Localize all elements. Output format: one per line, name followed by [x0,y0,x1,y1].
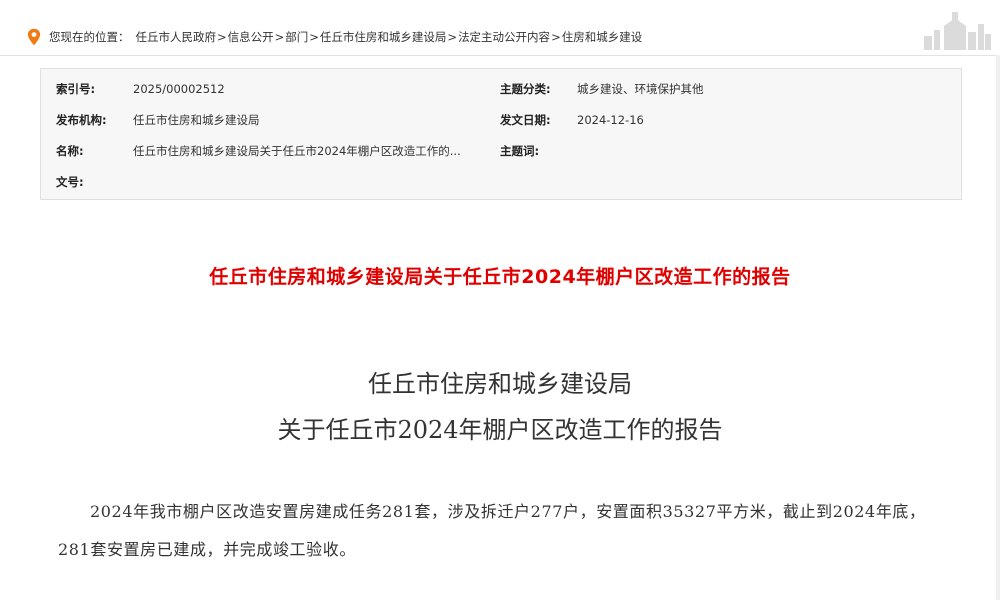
breadcrumb-bar: 您现在的位置： 任丘市人民政府 > 信息公开 > 部门 > 任丘市住房和城乡建设… [0,0,1000,56]
article-headline: 任丘市住房和城乡建设局关于任丘市2024年棚户区改造工作的报告 [209,266,791,288]
breadcrumb-separator: > [447,30,458,44]
location-pin-icon [27,28,41,46]
meta-issuer-label: 发布机构: [56,113,107,127]
breadcrumb-separator: > [274,30,285,44]
breadcrumb: 您现在的位置： 任丘市人民政府 > 信息公开 > 部门 > 任丘市住房和城乡建设… [27,28,642,46]
meta-issuer: 发布机构: 任丘市住房和城乡建设局 [56,112,260,128]
meta-topic-label: 主题分类: [500,82,551,96]
document-title-line1: 任丘市住房和城乡建设局 [368,370,632,398]
city-skyline-icon [924,12,991,50]
meta-topic-value: 城乡建设、环境保护其他 [577,82,704,96]
meta-date-label: 发文日期: [500,113,551,127]
breadcrumb-separator: > [551,30,561,44]
breadcrumb-prefix: 您现在的位置： [49,30,130,44]
meta-date: 发文日期: 2024-12-16 [500,112,644,128]
meta-docno-label: 文号: [56,175,84,189]
breadcrumb-item-housing-construction[interactable]: 住房和城乡建设 [562,29,643,45]
breadcrumb-item-info-disclosure[interactable]: 信息公开 [228,29,274,45]
article-paragraph: 2024年我市棚户区改造安置房建成任务281套，涉及拆迁户277户，安置面积35… [58,502,926,559]
page-scrollbar[interactable] [996,55,1000,600]
document-title-line2: 关于任丘市2024年棚户区改造工作的报告 [277,416,723,444]
meta-index-value: 2025/00002512 [133,82,225,96]
document-metadata-panel: 索引号: 2025/00002512 主题分类: 城乡建设、环境保护其他 发布机… [40,68,962,200]
meta-topic: 主题分类: 城乡建设、环境保护其他 [500,81,704,97]
meta-name: 名称: 任丘市住房和城乡建设局关于任丘市2024年棚户区改造工作的... [56,143,461,159]
meta-keyword: 主题词: [500,143,539,159]
meta-docno: 文号: [56,174,84,190]
breadcrumb-item-statutory-content[interactable]: 法定主动公开内容 [458,29,550,45]
breadcrumb-separator: > [217,30,227,44]
meta-name-value: 任丘市住房和城乡建设局关于任丘市2024年棚户区改造工作的... [133,144,461,158]
meta-index-label: 索引号: [56,82,96,96]
breadcrumb-separator: > [309,30,319,44]
meta-name-label: 名称: [56,144,84,158]
breadcrumb-item-housing-bureau[interactable]: 任丘市住房和城乡建设局 [320,29,447,45]
breadcrumb-item-department[interactable]: 部门 [285,29,308,45]
breadcrumb-item-government[interactable]: 任丘市人民政府 [136,29,217,45]
meta-issuer-value: 任丘市住房和城乡建设局 [133,113,260,127]
meta-date-value: 2024-12-16 [577,113,644,127]
meta-index: 索引号: 2025/00002512 [56,81,225,97]
meta-keyword-label: 主题词: [500,144,540,158]
